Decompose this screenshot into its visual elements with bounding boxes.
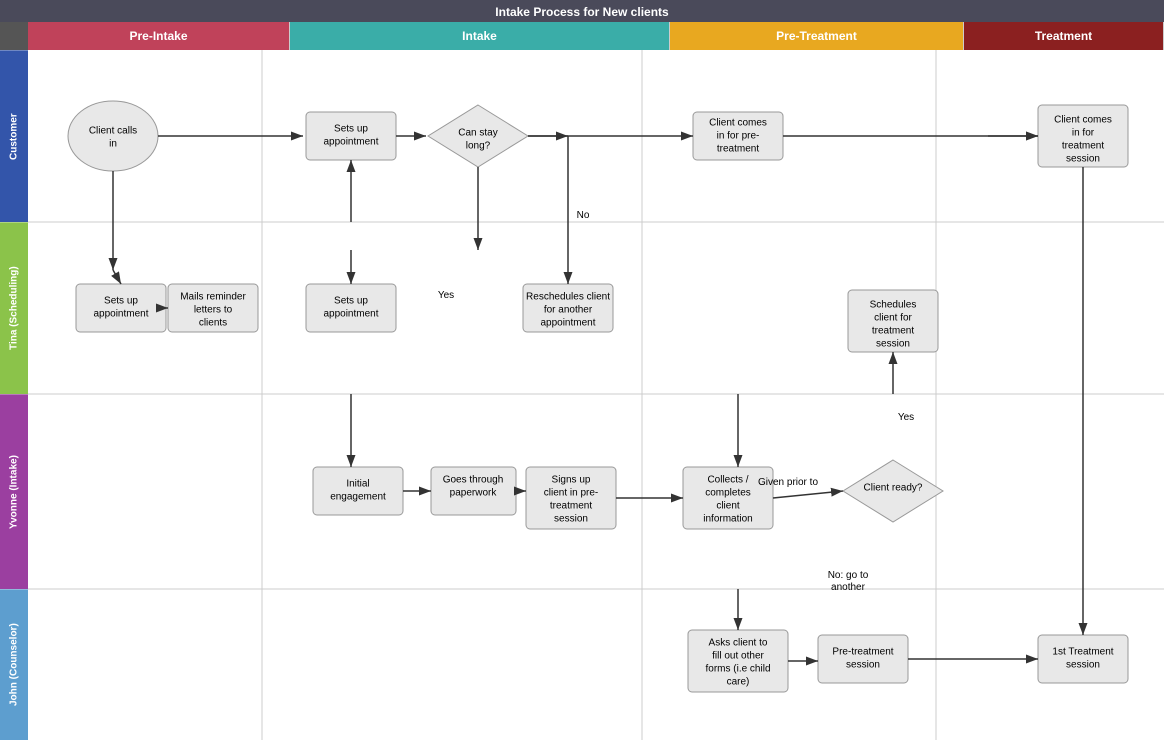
svg-text:fill out other: fill out other [712, 651, 764, 662]
svg-text:No: No [577, 210, 590, 221]
svg-text:Pre-treatment: Pre-treatment [832, 647, 893, 658]
svg-text:long?: long? [466, 141, 491, 152]
diagram-area: Client calls in Sets up appointment Can … [28, 50, 1164, 740]
svg-text:clients: clients [199, 318, 227, 329]
svg-text:Yes: Yes [438, 290, 454, 301]
svg-text:another: another [831, 582, 866, 593]
svg-text:Sets up: Sets up [334, 124, 368, 135]
svg-text:appointment: appointment [323, 137, 378, 148]
svg-text:session: session [876, 339, 910, 350]
svg-text:in for: in for [1072, 128, 1095, 139]
svg-text:care): care) [727, 677, 750, 688]
col-header-intake: Intake [290, 22, 670, 50]
svg-text:appointment: appointment [323, 309, 378, 320]
svg-text:letters to: letters to [194, 305, 233, 316]
svg-text:session: session [846, 660, 880, 671]
svg-text:completes: completes [705, 488, 751, 499]
svg-text:Goes through: Goes through [443, 475, 504, 486]
svg-text:treatment: treatment [1062, 141, 1104, 152]
svg-text:Signs up: Signs up [552, 475, 591, 486]
col-header-pretreatment: Pre-Treatment [670, 22, 964, 50]
columns-header: Pre-Intake Intake Pre-Treatment Treatmen… [0, 22, 1164, 50]
svg-text:Sets up: Sets up [334, 296, 368, 307]
corner-spacer [0, 22, 28, 50]
col-header-pre-intake: Pre-Intake [28, 22, 290, 50]
row-label-customer: Customer [0, 50, 28, 222]
svg-text:Sets up: Sets up [104, 296, 138, 307]
svg-text:information: information [703, 514, 752, 525]
row-label-tina: Tina (Scheduling) [0, 222, 28, 394]
svg-text:in: in [109, 139, 117, 150]
svg-text:Client calls: Client calls [89, 126, 137, 137]
flowchart-svg: Client calls in Sets up appointment Can … [28, 50, 1164, 740]
svg-text:Initial: Initial [346, 479, 369, 490]
svg-text:session: session [1066, 660, 1100, 671]
svg-text:Mails reminder: Mails reminder [180, 292, 246, 303]
svg-text:Asks client to: Asks client to [709, 638, 768, 649]
svg-text:client: client [716, 501, 740, 512]
svg-text:paperwork: paperwork [450, 488, 498, 499]
svg-text:Yes: Yes [898, 412, 914, 423]
svg-text:Client ready?: Client ready? [864, 483, 923, 494]
svg-text:Reschedules client: Reschedules client [526, 292, 610, 303]
svg-text:Collects /: Collects / [707, 475, 748, 486]
row-labels: Customer Tina (Scheduling) Yvonne (Intak… [0, 50, 28, 740]
svg-text:session: session [1066, 154, 1100, 165]
svg-text:Can stay: Can stay [458, 128, 497, 139]
svg-text:No: go to: No: go to [828, 570, 869, 581]
svg-text:Client comes: Client comes [1054, 115, 1112, 126]
svg-text:forms (i.e child: forms (i.e child [705, 664, 770, 675]
svg-text:treatment: treatment [550, 501, 592, 512]
svg-text:Schedules: Schedules [870, 300, 917, 311]
svg-text:for another: for another [544, 305, 593, 316]
svg-text:1st Treatment: 1st Treatment [1052, 647, 1113, 658]
svg-text:Given prior to: Given prior to [758, 477, 818, 488]
svg-text:engagement: engagement [330, 492, 386, 503]
svg-text:client in pre-: client in pre- [544, 488, 598, 499]
svg-text:Client comes: Client comes [709, 118, 767, 129]
svg-text:client for: client for [874, 313, 912, 324]
diagram-title: Intake Process for New clients [0, 0, 1164, 22]
svg-text:appointment: appointment [93, 309, 148, 320]
row-label-john: John (Counselor) [0, 589, 28, 740]
svg-text:treatment: treatment [872, 326, 914, 337]
svg-text:appointment: appointment [540, 318, 595, 329]
row-label-yvonne: Yvonne (Intake) [0, 394, 28, 589]
col-header-treatment: Treatment [964, 22, 1164, 50]
svg-text:treatment: treatment [717, 144, 759, 155]
svg-text:in for pre-: in for pre- [717, 131, 760, 142]
diagram-container: Intake Process for New clients Pre-Intak… [0, 0, 1164, 742]
svg-text:session: session [554, 514, 588, 525]
main-content: Customer Tina (Scheduling) Yvonne (Intak… [0, 50, 1164, 740]
